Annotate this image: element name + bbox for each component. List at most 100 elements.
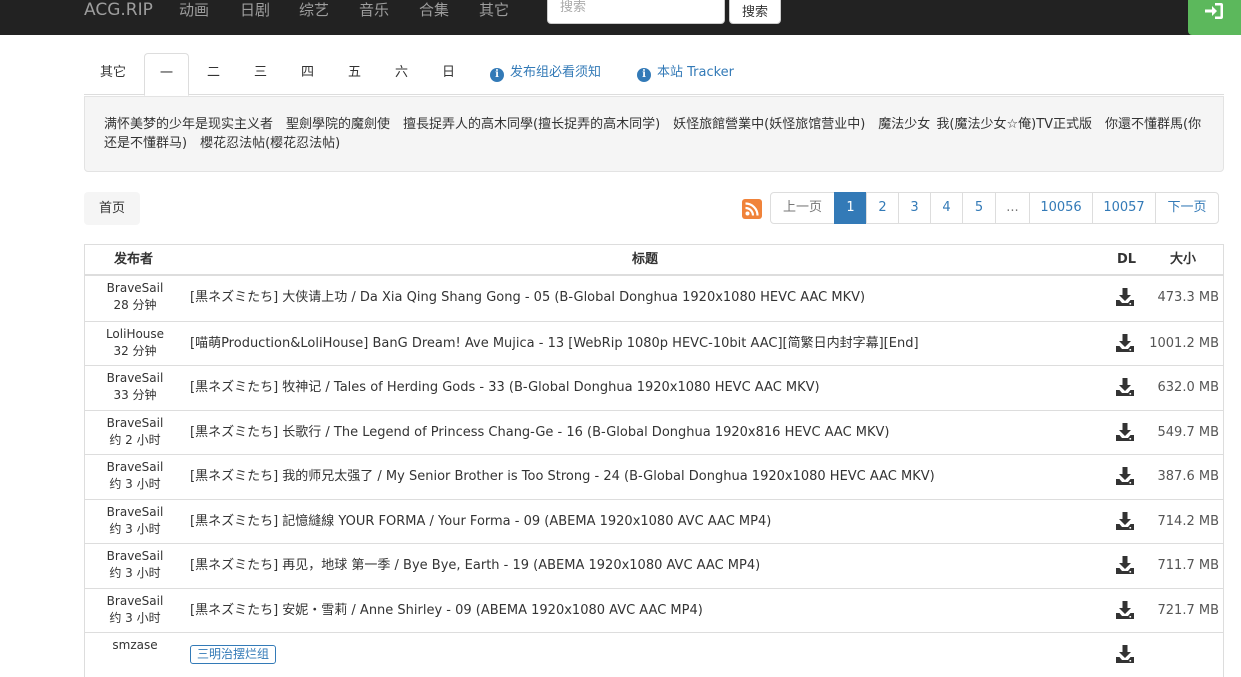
breadcrumb-home[interactable]: 首页 bbox=[84, 192, 140, 225]
torrent-title-text[interactable]: [黒ネズミたち] 长歌行 / The Legend of Princess Ch… bbox=[190, 425, 890, 440]
page-prev[interactable]: 上一页 bbox=[770, 192, 835, 224]
nav-item-other[interactable]: 其它 bbox=[479, 0, 509, 23]
nav-item-music[interactable]: 音乐 bbox=[359, 0, 389, 23]
torrent-title-text[interactable]: [黒ネズミたち] 安妮・雪莉 / Anne Shirley - 09 (ABEM… bbox=[190, 603, 703, 618]
top-navbar: ACG.RIP 动画 日剧 综艺 音乐 合集 其它 搜索 bbox=[0, 0, 1241, 35]
publisher-name[interactable]: LoliHouse bbox=[85, 326, 185, 343]
header-publisher: 发布者 bbox=[114, 252, 154, 267]
publisher-cell: BraveSail 约 2 小时 bbox=[85, 415, 185, 449]
torrent-title[interactable]: [黒ネズミたち] 再见，地球 第一季 / Bye Bye, Earth - 19… bbox=[190, 544, 760, 587]
download-button[interactable] bbox=[1116, 333, 1136, 352]
download-button[interactable] bbox=[1116, 288, 1136, 306]
table-header: 发布者 标题 DL 大小 bbox=[85, 245, 1223, 276]
torrent-table: 发布者 标题 DL 大小 BraveSail 28 分钟 [黒ネズミたち] 大侠请上… bbox=[84, 244, 1224, 677]
file-size: 473.3 MB bbox=[1157, 290, 1219, 305]
tab-sunday[interactable]: 日 bbox=[426, 53, 471, 95]
table-row: smzase 三明治摆烂组 bbox=[85, 632, 1223, 677]
info-circle-icon: i bbox=[490, 68, 504, 82]
torrent-title[interactable]: 三明治摆烂组 bbox=[190, 633, 280, 676]
publisher-name[interactable]: BraveSail bbox=[85, 593, 185, 610]
tab-friday[interactable]: 五 bbox=[332, 53, 377, 95]
publisher-cell: BraveSail 约 3 小时 bbox=[85, 548, 185, 582]
file-size: 721.7 MB bbox=[1157, 602, 1219, 618]
torrent-title[interactable]: [黒ネズミたち] 大侠请上功 / Da Xia Qing Shang Gong … bbox=[190, 276, 865, 319]
publisher-name[interactable]: BraveSail bbox=[85, 459, 185, 476]
nav-item-drama[interactable]: 日剧 bbox=[240, 0, 270, 23]
download-button[interactable] bbox=[1116, 511, 1136, 530]
post-time: 约 3 小时 bbox=[109, 610, 161, 625]
search-button[interactable]: 搜索 bbox=[729, 0, 781, 24]
torrent-title-text[interactable]: [喵萌Production&LoliHouse] BanG Dream! Ave… bbox=[190, 336, 919, 351]
tab-saturday[interactable]: 六 bbox=[379, 53, 424, 95]
publisher-badge[interactable]: 三明治摆烂组 bbox=[190, 645, 277, 664]
publisher-cell: BraveSail 28 分钟 bbox=[85, 280, 185, 314]
file-size: 632.0 MB bbox=[1157, 380, 1219, 395]
download-icon bbox=[1116, 556, 1134, 574]
download-icon bbox=[1116, 467, 1134, 485]
table-row: BraveSail 约 3 小时 [黒ネズミたち] 我的师兄太强了 / My Sen… bbox=[85, 454, 1223, 499]
day-tabs: 其它 一 二 三 四 五 六 日 i 发布组必看须知 i 本站 Tracker bbox=[84, 53, 1224, 96]
page-ellipsis: ... bbox=[995, 192, 1030, 224]
page-next[interactable]: 下一页 bbox=[1155, 192, 1219, 224]
tab-thursday[interactable]: 四 bbox=[285, 53, 330, 95]
download-button[interactable] bbox=[1116, 378, 1136, 396]
torrent-title[interactable]: [黒ネズミたち] 我的师兄太强了 / My Senior Brother is … bbox=[190, 455, 935, 498]
publisher-guide-link[interactable]: i 发布组必看须知 bbox=[490, 53, 601, 95]
torrent-title-text[interactable]: [黒ネズミたち] 記憶縫線 YOUR FORMA / Your Forma - … bbox=[190, 514, 771, 529]
torrent-title-text[interactable]: [黒ネズミたち] 牧神记 / Tales of Herding Gods - 3… bbox=[190, 380, 820, 395]
publisher-name[interactable]: BraveSail bbox=[85, 504, 185, 521]
table-row: BraveSail 28 分钟 [黒ネズミたち] 大侠请上功 / Da Xia Qi… bbox=[85, 276, 1223, 321]
file-size: 1001.2 MB bbox=[1149, 335, 1219, 351]
torrent-title[interactable]: [喵萌Production&LoliHouse] BanG Dream! Ave… bbox=[190, 322, 919, 365]
torrent-title-text[interactable]: [黒ネズミたち] 再见，地球 第一季 / Bye Bye, Earth - 19… bbox=[190, 558, 760, 573]
tab-wednesday[interactable]: 三 bbox=[238, 53, 283, 95]
bangumi-list[interactable]: 满怀美梦的少年是现实主义者 聖劍學院的魔劍使 擅長捉弄人的高木同學(擅长捉弄的高… bbox=[104, 115, 1209, 153]
page-10056[interactable]: 10056 bbox=[1029, 192, 1093, 224]
site-brand[interactable]: ACG.RIP bbox=[84, 0, 153, 23]
page-2[interactable]: 2 bbox=[866, 192, 899, 224]
tab-tuesday[interactable]: 二 bbox=[191, 53, 236, 95]
tab-other[interactable]: 其它 bbox=[84, 53, 142, 95]
torrent-title[interactable]: [黒ネズミたち] 长歌行 / The Legend of Princess Ch… bbox=[190, 411, 890, 454]
torrent-title[interactable]: [黒ネズミたち] 安妮・雪莉 / Anne Shirley - 09 (ABEM… bbox=[190, 589, 703, 632]
table-row: BraveSail 33 分钟 [黒ネズミたち] 牧神记 / Tales of He… bbox=[85, 365, 1223, 410]
nav-item-anime[interactable]: 动画 bbox=[179, 0, 209, 23]
publisher-cell: smzase bbox=[85, 637, 185, 654]
nav-item-collection[interactable]: 合集 bbox=[419, 0, 449, 23]
file-size: 387.6 MB bbox=[1157, 469, 1219, 484]
publisher-name[interactable]: BraveSail bbox=[85, 370, 185, 387]
torrent-title-text[interactable]: [黒ネズミたち] 我的师兄太强了 / My Senior Brother is … bbox=[190, 469, 935, 484]
tab-monday[interactable]: 一 bbox=[144, 53, 189, 96]
torrent-title[interactable]: [黒ネズミたち] 記憶縫線 YOUR FORMA / Your Forma - … bbox=[190, 500, 771, 543]
post-time: 28 分钟 bbox=[113, 298, 157, 312]
tracker-link[interactable]: i 本站 Tracker bbox=[637, 53, 734, 95]
nav-item-variety[interactable]: 综艺 bbox=[299, 0, 329, 23]
torrent-title-text[interactable]: [黒ネズミたち] 大侠请上功 / Da Xia Qing Shang Gong … bbox=[190, 290, 865, 305]
tracker-label: 本站 Tracker bbox=[657, 65, 735, 80]
download-icon bbox=[1116, 288, 1134, 306]
page-3[interactable]: 3 bbox=[898, 192, 931, 224]
download-icon bbox=[1116, 645, 1134, 663]
header-size: 大小 bbox=[1170, 252, 1197, 267]
page-4[interactable]: 4 bbox=[930, 192, 963, 224]
publisher-name[interactable]: BraveSail bbox=[85, 548, 185, 565]
table-row: BraveSail 约 3 小时 [黒ネズミたち] 記憶縫線 YOUR FORMA … bbox=[85, 498, 1223, 544]
search-input[interactable] bbox=[547, 0, 725, 24]
table-row: BraveSail 约 3 小时 [黒ネズミたち] 安妮・雪莉 / Anne Shi… bbox=[85, 587, 1223, 633]
publisher-name[interactable]: BraveSail bbox=[85, 280, 185, 297]
publisher-name[interactable]: smzase bbox=[85, 637, 185, 654]
download-button[interactable] bbox=[1116, 556, 1136, 574]
download-button[interactable] bbox=[1116, 600, 1136, 619]
login-button[interactable] bbox=[1188, 0, 1241, 35]
download-button[interactable] bbox=[1116, 645, 1136, 663]
page-1[interactable]: 1 bbox=[834, 192, 867, 224]
torrent-title[interactable]: [黒ネズミたち] 牧神记 / Tales of Herding Gods - 3… bbox=[190, 366, 820, 409]
page-10057[interactable]: 10057 bbox=[1092, 192, 1156, 224]
publisher-cell: BraveSail 33 分钟 bbox=[85, 370, 185, 404]
page-5[interactable]: 5 bbox=[962, 192, 996, 224]
download-button[interactable] bbox=[1116, 467, 1136, 485]
rss-icon[interactable] bbox=[742, 199, 762, 219]
download-button[interactable] bbox=[1116, 422, 1136, 441]
publisher-name[interactable]: BraveSail bbox=[85, 415, 185, 432]
download-icon bbox=[1116, 600, 1134, 619]
